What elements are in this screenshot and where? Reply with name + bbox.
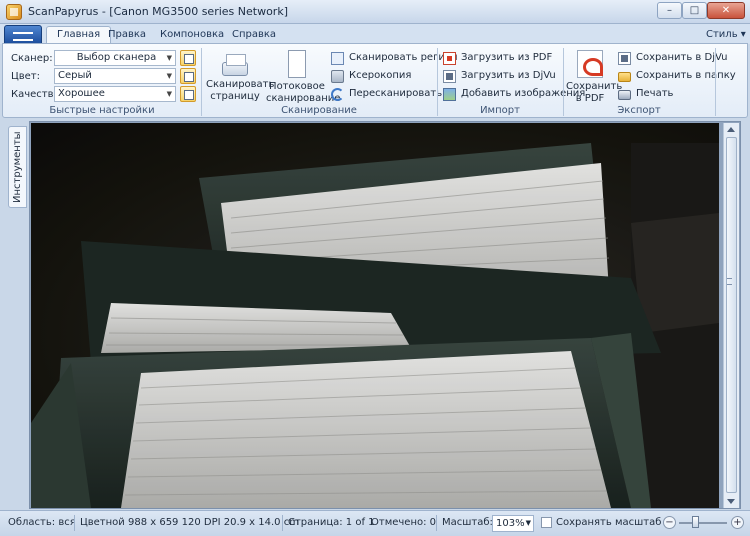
- photocopy-button[interactable]: Ксерокопия: [331, 68, 411, 84]
- tab-edit[interactable]: Правка: [98, 27, 156, 44]
- page-stack-icon: [285, 50, 311, 82]
- save-djvu-button[interactable]: Сохранить в DjVu: [618, 50, 727, 66]
- refresh-icon: [331, 88, 344, 101]
- group-label-import: Импорт: [480, 105, 520, 116]
- region-icon: [331, 52, 344, 65]
- printer-icon: [618, 90, 631, 100]
- quality-settings-icon[interactable]: [180, 86, 196, 102]
- ribbon-tab-row: Главная Правка Компоновка Справка Стиль …: [0, 24, 750, 45]
- grip-icon: [727, 278, 732, 285]
- style-menu[interactable]: Стиль ▾: [706, 29, 746, 40]
- scanner-settings-icon[interactable]: [180, 50, 196, 66]
- group-divider: [715, 48, 716, 116]
- copier-icon: [331, 70, 344, 83]
- status-divider: [282, 515, 283, 531]
- save-djvu-label: Сохранить в DjVu: [636, 52, 728, 63]
- application-menu-button[interactable]: [4, 25, 42, 44]
- chevron-down-icon: ▼: [166, 54, 172, 62]
- status-image-info: Цветной 988 x 659 120 DPI 20.9 x 14.0 cm: [80, 517, 299, 528]
- save-folder-button[interactable]: Сохранить в папку: [618, 68, 736, 84]
- status-divider: [74, 515, 75, 531]
- title-bar: ScanPapyrus - [Canon MG3500 series Netwo…: [0, 0, 750, 24]
- save-pdf-label-2: в PDF: [575, 93, 605, 104]
- chevron-down-icon: ▼: [166, 72, 172, 80]
- minimize-button[interactable]: –: [657, 2, 682, 19]
- rescan-label: Пересканировать: [349, 88, 443, 99]
- chevron-down-icon: ▼: [166, 90, 172, 98]
- djvu-icon: [618, 52, 631, 65]
- color-select-value: Серый: [58, 70, 92, 81]
- image-icon: [443, 88, 456, 101]
- app-logo-icon: [6, 4, 22, 20]
- zoom-value: 103%: [496, 518, 525, 529]
- vertical-scrollbar[interactable]: [723, 123, 739, 508]
- keep-zoom-checkbox[interactable]: [541, 517, 552, 528]
- scanner-select[interactable]: Выбор сканера ▼: [54, 50, 176, 66]
- djvu-icon: [443, 70, 456, 83]
- folder-icon: [618, 72, 631, 82]
- print-button[interactable]: Печать: [618, 86, 673, 102]
- scroll-up-icon[interactable]: [727, 127, 735, 132]
- group-label-quick-settings: Быстрые настройки: [49, 105, 155, 116]
- load-djvu-button[interactable]: Загрузить из DjVu: [443, 68, 556, 84]
- window-title: ScanPapyrus - [Canon MG3500 series Netwo…: [28, 5, 288, 18]
- status-marked: Отмечено: 0: [371, 517, 437, 528]
- batch-scan-label-2: сканирование: [266, 93, 341, 104]
- maximize-button[interactable]: □: [682, 2, 707, 19]
- tools-side-tab-label: Инструменты: [12, 131, 23, 203]
- photocopy-label: Ксерокопия: [349, 70, 412, 81]
- scan-region-button[interactable]: Сканировать регион: [331, 50, 457, 66]
- load-pdf-label: Загрузить из PDF: [461, 52, 553, 63]
- scrollbar-thumb[interactable]: [726, 137, 737, 493]
- save-pdf-button[interactable]: Сохранить в PDF: [566, 50, 623, 105]
- quality-select-value: Хорошее: [58, 88, 105, 99]
- tab-help[interactable]: Справка: [222, 27, 286, 44]
- zoom-out-icon[interactable]: −: [663, 516, 676, 529]
- rescan-button[interactable]: Пересканировать: [331, 86, 442, 102]
- pdf-icon: [443, 52, 456, 65]
- load-pdf-button[interactable]: Загрузить из PDF: [443, 50, 552, 66]
- zoom-select[interactable]: 103% ▼: [492, 515, 534, 532]
- ribbon-panel: Сканер: Выбор сканера ▼ Цвет: Серый ▼ Ка…: [2, 43, 748, 118]
- scan-page-label-1: Сканировать: [206, 79, 275, 90]
- print-label: Печать: [636, 88, 674, 99]
- scanned-page-image[interactable]: [31, 123, 719, 508]
- binders-photo: [31, 123, 719, 508]
- scan-page-label-2: страницу: [210, 91, 260, 102]
- status-page: Страница: 1 of 1: [288, 517, 375, 528]
- save-pdf-label-1: Сохранить: [566, 81, 623, 92]
- batch-scan-button[interactable]: Потоковое сканирование: [266, 50, 341, 105]
- zoom-label: Масштаб:: [442, 517, 493, 528]
- keep-zoom-label: Сохранять масштаб: [556, 517, 662, 528]
- zoom-in-icon[interactable]: +: [731, 516, 744, 529]
- color-settings-icon[interactable]: [180, 68, 196, 84]
- status-area: Область: вся: [8, 517, 76, 528]
- close-button[interactable]: ✕: [707, 2, 745, 19]
- batch-scan-label-1: Потоковое: [269, 81, 325, 92]
- group-label-scanning: Сканирование: [281, 105, 357, 116]
- color-select[interactable]: Серый ▼: [54, 68, 176, 84]
- pdf-icon: [577, 50, 603, 78]
- zoom-slider-thumb[interactable]: [692, 516, 699, 528]
- scan-page-button[interactable]: Сканировать страницу: [206, 50, 275, 103]
- load-djvu-label: Загрузить из DjVu: [461, 70, 556, 81]
- quality-select[interactable]: Хорошее ▼: [54, 86, 176, 102]
- group-label-export: Экспорт: [617, 105, 661, 116]
- status-bar: Область: вся Цветной 988 x 659 120 DPI 2…: [0, 510, 750, 536]
- scan-region-label: Сканировать регион: [349, 52, 458, 63]
- status-divider: [436, 515, 437, 531]
- tools-side-tab[interactable]: Инструменты: [8, 126, 27, 208]
- scanner-select-value: Выбор сканера: [76, 52, 157, 63]
- chevron-down-icon: ▼: [525, 519, 531, 527]
- scroll-down-icon[interactable]: [727, 499, 735, 504]
- color-label: Цвет:: [11, 71, 41, 82]
- scanner-icon: [222, 54, 248, 76]
- save-folder-label: Сохранить в папку: [636, 70, 736, 81]
- zoom-slider[interactable]: [679, 522, 727, 524]
- scanner-label: Сканер:: [11, 53, 53, 64]
